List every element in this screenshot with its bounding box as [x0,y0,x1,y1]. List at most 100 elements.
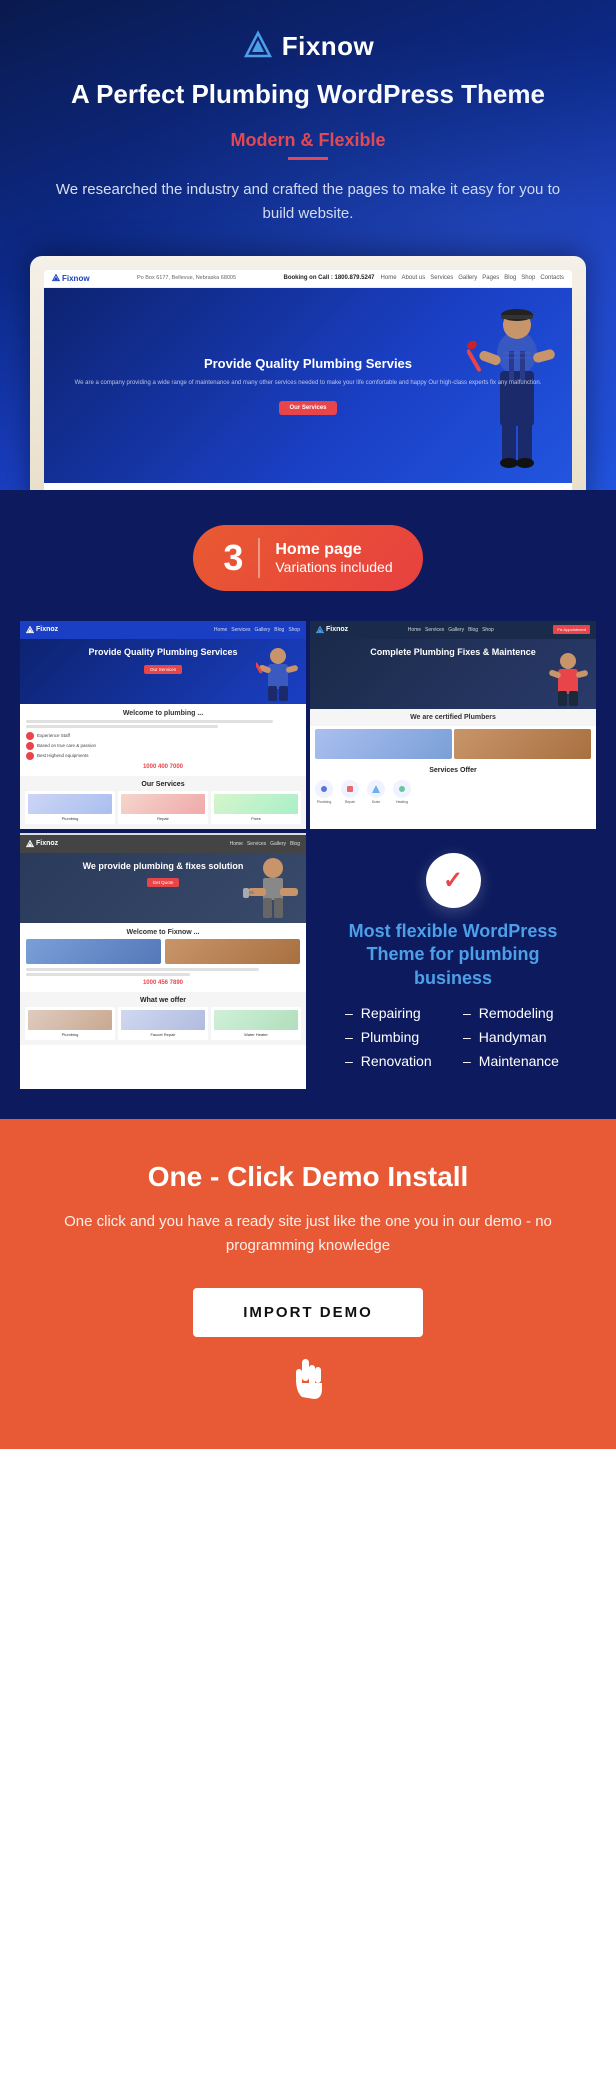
screenshot-1: Fixnoz Home Services Gallery Blog Shop P… [20,621,306,829]
ss1-hero: Provide Quality Plumbing Services Our Se… [20,639,306,704]
ss3-service-1: Plumbing [25,1007,115,1040]
ss3-worker-icon [243,853,303,923]
logo-icon [242,30,274,62]
ss3-what-offer: What we offer [25,997,301,1004]
ss1-section-title: Welcome to plumbing ... [26,710,300,717]
ss1-hero-btn: Our Services [144,665,182,674]
flexible-feature-repairing: – Repairing [345,1005,443,1021]
ss1-content: Welcome to plumbing ... Experience Staff… [20,704,306,776]
ss1-text2 [26,725,218,728]
laptop-hero: Provide Quality Plumbing Servies We are … [44,288,572,483]
ss1-features: Experience Staff Based on true care & pa… [26,732,300,760]
ss2-logo: Fixnoz [316,626,348,634]
ss1-service-2: Repair [118,791,208,824]
header-description: We researched the industry and crafted t… [20,178,596,226]
logo-text: Fixnow [282,31,375,62]
ss3-hero: We provide plumbing & fixes solution Get… [20,853,306,923]
flexible-check: ✓ [325,853,581,908]
cursor-icon [30,1357,586,1409]
flexible-title: Most flexible WordPress Theme for plumbi… [325,920,581,990]
dark-blue-section: 3 Home page Variations included Fixnoz H… [0,490,616,1119]
subtitle-underline [288,157,328,160]
ss1-services-title: Our Services [25,781,301,788]
header-section: Fixnow A Perfect Plumbing WordPress Them… [0,0,616,490]
laptop-outer: Fixnow Po Box 6177, Bellevue, Nebraska 6… [30,256,586,490]
variations-label-line1: Home page [275,541,392,559]
ss3-service-3: Water Heater [211,1007,301,1040]
laptop-screen: Fixnow Po Box 6177, Bellevue, Nebraska 6… [44,270,572,490]
laptop-address: Po Box 6177, Bellevue, Nebraska 68005 [96,275,278,281]
ss3-hero-btn: Get Quote [147,878,180,887]
ss2-plumber-icon [546,649,591,709]
check-mark-icon: ✓ [443,866,463,895]
flexible-feature-plumbing: – Plumbing [345,1029,443,1045]
ss2-certified: We are certified Plumbers [310,709,596,726]
logo-area: Fixnow [20,30,596,62]
ss2-icon-4: Heating [393,780,411,804]
ss2-nav: Fixnoz Home Services Gallery Blog Shop F… [310,621,596,639]
ss3-section-title: Welcome to Fixnow ... [26,929,300,936]
laptop-nav-logo-text: Fixnow [62,274,90,283]
ss3-services: What we offer Plumbing Faucet Repair Wat… [20,992,306,1045]
ss1-phone: 1000 400 7000 [26,764,300,770]
ss1-plumber-icon [256,644,301,704]
ss3-phone: 1000 456 7890 [26,980,300,986]
ss1-feature-1: Experience Staff [26,732,300,740]
ss2-hero: Complete Plumbing Fixes & Maintence [310,639,596,709]
flexible-feature-handyman: – Handyman [463,1029,561,1045]
ss1-nav: Fixnoz Home Services Gallery Blog Shop [20,621,306,639]
variations-badge: 3 Home page Variations included [193,525,422,591]
flexible-features: – Repairing – Remodeling – Plumbing – Ha… [325,1005,581,1069]
flexible-section: ✓ Most flexible WordPress Theme for plum… [310,833,596,1089]
import-demo-button[interactable]: IMPORT DEMO [193,1288,423,1337]
ss1-services-grid: Plumbing Repair Fixes [25,791,301,824]
variations-number: 3 [223,537,243,579]
variations-text: Home page Variations included [275,541,392,575]
ss2-service-icons: Plumbing Repair Drain [315,777,591,807]
ss2-img-2 [454,729,591,759]
ss2-services-title: Services Offer [315,767,591,774]
ss2-icon-1: Plumbing [315,780,333,804]
laptop-hero-title: Provide Quality Plumbing Servies [59,356,557,373]
ss1-logo: Fixnoz [26,626,58,634]
laptop-mockup: Fixnow Po Box 6177, Bellevue, Nebraska 6… [20,256,596,490]
screenshot-2: Fixnoz Home Services Gallery Blog Shop F… [310,621,596,829]
ss1-feature-1-label: Experience Staff [37,733,70,738]
flexible-feature-maintenance: – Maintenance [463,1053,561,1069]
variations-label-line2: Variations included [275,559,392,575]
screenshots-grid: Fixnoz Home Services Gallery Blog Shop P… [20,621,596,1089]
ss3-services-grid: Plumbing Faucet Repair Water Heater [25,1007,301,1040]
ss2-icon-3: Drain [367,780,385,804]
ss3-img-row [26,939,300,964]
laptop-hero-text: Provide Quality Plumbing Servies We are … [59,356,557,415]
laptop-nav: Fixnow Po Box 6177, Bellevue, Nebraska 6… [44,270,572,288]
ss3-service-2: Faucet Repair [118,1007,208,1040]
ss2-icon-2: Repair [341,780,359,804]
laptop-cta-btn: Our Services [279,401,336,415]
variations-divider [258,538,260,578]
ss1-services: Our Services Plumbing Repair Fixes [20,776,306,829]
ss2-img-1 [315,729,452,759]
ss3-logo: Fixnoz [26,840,58,848]
demo-title: One - Click Demo Install [30,1159,586,1195]
ss2-services: Services Offer Plumbing Repair [310,762,596,812]
demo-section: One - Click Demo Install One click and y… [0,1119,616,1449]
ss3-content: Welcome to Fixnow ... 1000 456 7890 [20,923,306,992]
laptop-nav-logo: Fixnow [52,274,90,283]
demo-description: One click and you have a ready site just… [30,1210,586,1258]
ss3-nav-links: Home Services Gallery Blog [230,841,300,847]
check-circle: ✓ [426,853,481,908]
ss1-text1 [26,720,273,723]
subtitle-colored: Modern & Flexible [20,130,596,151]
ss2-appointment-btn: Fix Appointment [553,625,590,634]
ss1-feature-3-label: Best Highend equipments [37,753,89,758]
ss2-images [315,729,591,759]
flexible-feature-renovation: – Renovation [345,1053,443,1069]
ss1-service-1: Plumbing [25,791,115,824]
main-title: A Perfect Plumbing WordPress Theme [20,78,596,112]
laptop-nav-links: Home About us Services Gallery Pages Blo… [381,275,564,281]
ss1-service-3: Fixes [211,791,301,824]
laptop-screen-inner: Fixnow Po Box 6177, Bellevue, Nebraska 6… [44,270,572,490]
laptop-phone: Booking on Call : 1800.879.5247 [283,275,374,281]
ss1-feature-2-label: Based on true care & passion [37,743,96,748]
